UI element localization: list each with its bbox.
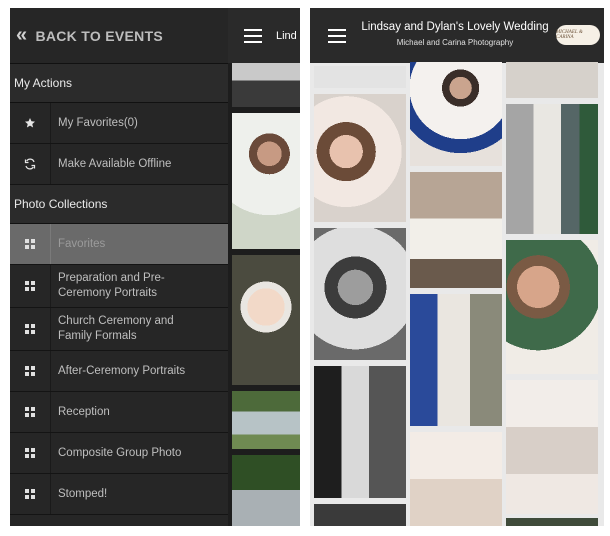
collection-favorites[interactable]: Favorites: [10, 224, 228, 265]
left-screen: « BACK TO EVENTS My Actions My Favorites…: [10, 8, 300, 526]
collection-stomped[interactable]: Stomped!: [10, 474, 228, 515]
my-actions-heading: My Actions: [10, 64, 228, 103]
sync-icon: [10, 144, 51, 184]
photo-tile[interactable]: [410, 294, 502, 426]
collection-label: After-Ceremony Portraits: [58, 364, 186, 377]
collection-label: Reception: [58, 405, 110, 418]
photo-thumbnail[interactable]: [232, 255, 300, 385]
collection-label: Stomped!: [58, 487, 108, 500]
photo-tile[interactable]: [506, 518, 598, 526]
collection-label: Composite Group Photo: [58, 446, 182, 459]
photo-tile[interactable]: [506, 240, 598, 374]
photographer-logo: MICHAEL & CARINA: [556, 25, 600, 45]
photo-tile[interactable]: [410, 62, 502, 166]
photo-tile[interactable]: [314, 228, 406, 360]
hamburger-menu-icon[interactable]: [244, 28, 262, 43]
navigation-drawer: « BACK TO EVENTS My Actions My Favorites…: [10, 8, 228, 526]
collection-label: Church Ceremony and Family Formals: [58, 315, 174, 342]
action-label: Make Available Offline: [58, 157, 172, 170]
grid-icon: [10, 224, 51, 264]
collection-label: Preparation and Pre-Ceremony Portraits: [58, 272, 165, 299]
back-to-events-button[interactable]: « BACK TO EVENTS: [10, 8, 228, 64]
grid-icon: [10, 308, 51, 350]
photo-thumbnail[interactable]: [232, 391, 300, 449]
collection-composite-group[interactable]: Composite Group Photo: [10, 433, 228, 474]
right-screen: Lindsay and Dylan's Lovely Wedding Micha…: [310, 8, 604, 526]
photo-collections-heading: Photo Collections: [10, 185, 228, 224]
photo-tile[interactable]: [506, 62, 598, 98]
peek-title: Lind: [276, 29, 297, 42]
collection-reception[interactable]: Reception: [10, 392, 228, 433]
action-my-favorites[interactable]: My Favorites(0): [10, 103, 228, 144]
grid-icon: [10, 392, 51, 432]
grid-icon: [10, 351, 51, 391]
photo-thumbnail[interactable]: [232, 113, 300, 249]
collection-church-ceremony[interactable]: Church Ceremony and Family Formals: [10, 308, 228, 351]
event-subtitle: Michael and Carina Photography: [396, 38, 514, 47]
top-app-bar: Lindsay and Dylan's Lovely Wedding Micha…: [310, 8, 604, 63]
back-to-events-label: BACK TO EVENTS: [35, 27, 164, 44]
double-chevron-left-icon: «: [16, 24, 28, 46]
grid-icon: [10, 433, 51, 473]
photo-tile[interactable]: [314, 66, 406, 88]
behind-drawer-topbar: Lind: [228, 8, 300, 63]
collection-after-ceremony[interactable]: After-Ceremony Portraits: [10, 351, 228, 392]
photo-tile[interactable]: [506, 104, 598, 234]
action-label: My Favorites(0): [58, 116, 138, 129]
photo-tile[interactable]: [314, 366, 406, 498]
collection-label: Favorites: [58, 237, 106, 250]
star-icon: [10, 103, 51, 143]
event-title: Lindsay and Dylan's Lovely Wedding: [361, 21, 549, 33]
photo-tile[interactable]: [314, 94, 406, 222]
photo-thumbnail[interactable]: [232, 63, 300, 107]
grid-icon: [10, 474, 51, 514]
photo-tile[interactable]: [410, 432, 502, 526]
photo-tile[interactable]: [410, 172, 502, 288]
action-make-offline[interactable]: Make Available Offline: [10, 144, 228, 185]
collection-preparation[interactable]: Preparation and Pre-Ceremony Portraits: [10, 265, 228, 308]
photo-thumbnail[interactable]: [232, 455, 300, 526]
photo-tile[interactable]: [506, 380, 598, 514]
grid-icon: [10, 265, 51, 307]
hamburger-menu-icon[interactable]: [328, 28, 346, 43]
photo-tile[interactable]: [314, 504, 406, 526]
